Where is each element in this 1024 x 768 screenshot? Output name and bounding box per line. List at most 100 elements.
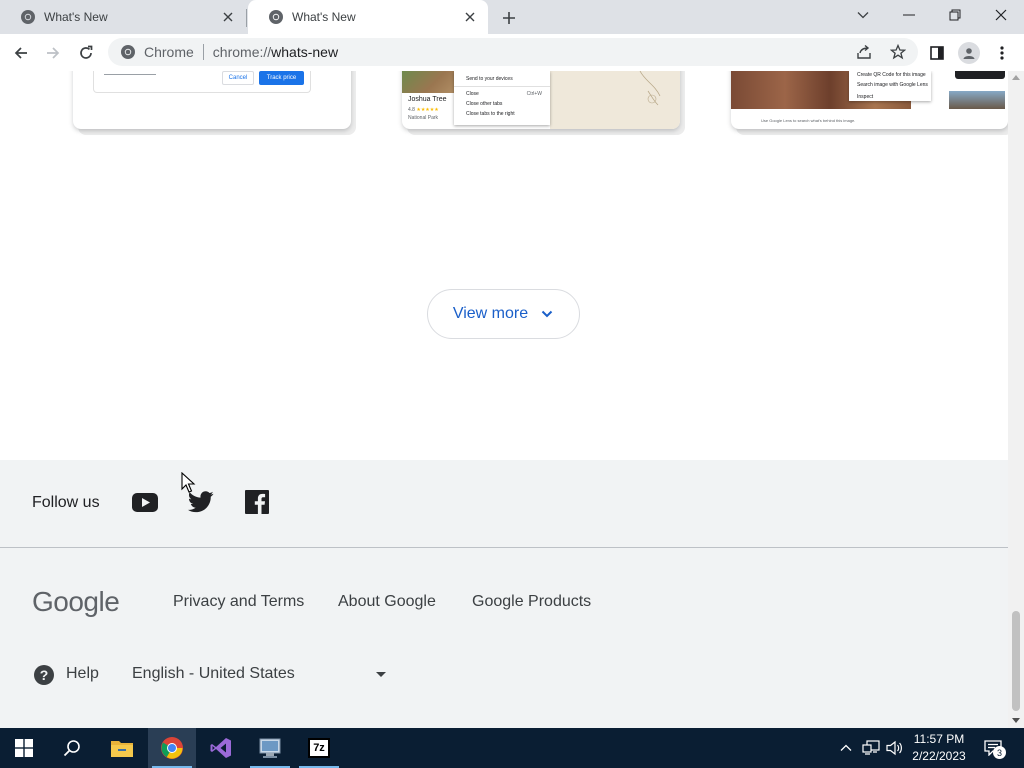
start-button[interactable] [0, 728, 48, 768]
taskbar: 7z 11:57 PM 2/22/2023 [0, 728, 1024, 768]
reload-icon [80, 45, 93, 59]
close-icon [995, 9, 1007, 21]
chrome-taskbar-button[interactable] [148, 728, 196, 768]
help-link[interactable]: Help [66, 665, 99, 683]
share-button[interactable] [854, 42, 874, 62]
person-icon [963, 48, 975, 59]
menu-item: Close other tabs [466, 101, 503, 107]
google-logo[interactable]: Google [32, 586, 120, 618]
reload-button[interactable] [73, 40, 99, 66]
page-footer: Follow us Google Privacy and Terms About… [0, 460, 1008, 728]
menu-item: Create QR Code for this image [857, 72, 926, 78]
restore-button[interactable] [932, 0, 978, 30]
clock-time: 11:57 PM [913, 732, 965, 746]
youtube-link[interactable] [131, 488, 159, 516]
scroll-up-arrow-icon[interactable] [1012, 75, 1020, 80]
search-icon [63, 740, 80, 757]
tab-strip: What's New What's New [0, 0, 1024, 34]
place-rating: 4.8 ★★★★★ [408, 107, 439, 113]
chrome-icon [269, 10, 283, 24]
browser-toolbar: Chrome chrome://whats-new [0, 34, 1024, 71]
chrome-icon [21, 10, 35, 24]
visual-studio-button[interactable] [197, 728, 245, 768]
price-tracking-dialog: Cancel Track price [93, 71, 311, 93]
plus-icon [503, 12, 515, 24]
minimize-button[interactable] [886, 0, 932, 30]
joshua-tree-photo [402, 71, 454, 93]
facebook-link[interactable] [243, 488, 271, 516]
omnibox-divider [202, 44, 204, 60]
volume-icon [886, 740, 902, 756]
track-price-button: Track price [259, 71, 304, 85]
rating-stars: ★★★★★ [416, 107, 439, 113]
feature-card-price-tracking: Cancel Track price [73, 71, 351, 129]
7zip-button[interactable]: 7z [295, 728, 343, 768]
scroll-down-arrow-icon[interactable] [1012, 718, 1020, 723]
chevron-down-icon [540, 307, 554, 321]
place-name: Joshua Tree [408, 96, 447, 103]
volume-button[interactable] [884, 728, 906, 768]
chrome-icon [161, 737, 183, 759]
feature-card-google-lens: Create QR Code for this image Search ima… [731, 71, 1008, 129]
privacy-and-terms-link[interactable]: Privacy and Terms [173, 593, 304, 611]
side-panel-icon [930, 46, 944, 60]
avatar [958, 42, 980, 64]
tab-whats-new-2[interactable]: What's New [248, 0, 488, 34]
view-more-button[interactable]: View more [427, 289, 580, 339]
close-window-button[interactable] [978, 0, 1024, 30]
side-panel-button[interactable] [924, 40, 950, 66]
site-label: Chrome [144, 44, 194, 60]
tab-search-button[interactable] [840, 0, 886, 30]
map-image [550, 71, 680, 129]
url-host: whats-new [271, 44, 339, 60]
tab-separator [246, 9, 247, 27]
google-products-link[interactable]: Google Products [472, 593, 591, 611]
profile-button[interactable] [956, 40, 982, 66]
scroll-thumb[interactable] [1012, 611, 1020, 711]
language-select[interactable]: English - United States [132, 665, 392, 683]
youtube-icon [132, 492, 158, 512]
mouse-cursor-icon [181, 472, 196, 493]
about-google-link[interactable]: About Google [338, 593, 436, 611]
file-explorer-icon [111, 741, 133, 757]
notification-count-badge: 3 [993, 746, 1006, 759]
chrome-icon [121, 45, 135, 59]
address-bar[interactable]: Chrome chrome://whats-new [108, 38, 918, 66]
tab-title: What's New [292, 10, 356, 24]
show-hidden-icons-button[interactable] [836, 728, 856, 768]
svg-text:?: ? [40, 667, 49, 683]
file-explorer-button[interactable] [98, 728, 146, 768]
tab-whats-new-1[interactable]: What's New [0, 0, 246, 34]
7zip-label: 7z [313, 742, 325, 754]
restore-icon [949, 9, 961, 21]
tab-close-icon[interactable] [462, 9, 478, 25]
search-button[interactable] [48, 728, 96, 768]
clock-date: 2/22/2023 [912, 749, 966, 763]
back-button[interactable] [8, 40, 34, 66]
network-button[interactable] [860, 728, 882, 768]
share-icon [857, 44, 871, 59]
tab-title: What's New [44, 10, 108, 24]
bookmark-button[interactable] [888, 42, 908, 62]
menu-separator [454, 86, 550, 87]
page-scrollbar[interactable] [1008, 71, 1024, 728]
menu-item: Close [466, 91, 479, 97]
url-scheme: chrome:// [212, 44, 272, 60]
system-clock[interactable]: 11:57 PM 2/22/2023 [904, 731, 974, 765]
new-tab-button[interactable] [498, 7, 520, 29]
chevron-up-icon [840, 744, 852, 751]
rating-value: 4.8 [408, 107, 415, 113]
star-icon [890, 44, 906, 60]
menu-button[interactable] [989, 40, 1015, 66]
kebab-menu-icon [1000, 46, 1004, 60]
forward-button[interactable] [40, 40, 66, 66]
tab-close-icon[interactable] [220, 9, 236, 25]
arrow-right-icon [47, 47, 60, 59]
tab-context-menu: Send to your devices Close Ctrl+W Close … [454, 71, 550, 125]
control-panel-button[interactable] [246, 728, 294, 768]
follow-us-label: Follow us [32, 494, 100, 511]
help-icon[interactable]: ? [33, 664, 55, 686]
arrow-left-icon [14, 47, 27, 59]
temple-photo [949, 91, 1005, 109]
menu-item: Search image with Google Lens [857, 82, 928, 88]
